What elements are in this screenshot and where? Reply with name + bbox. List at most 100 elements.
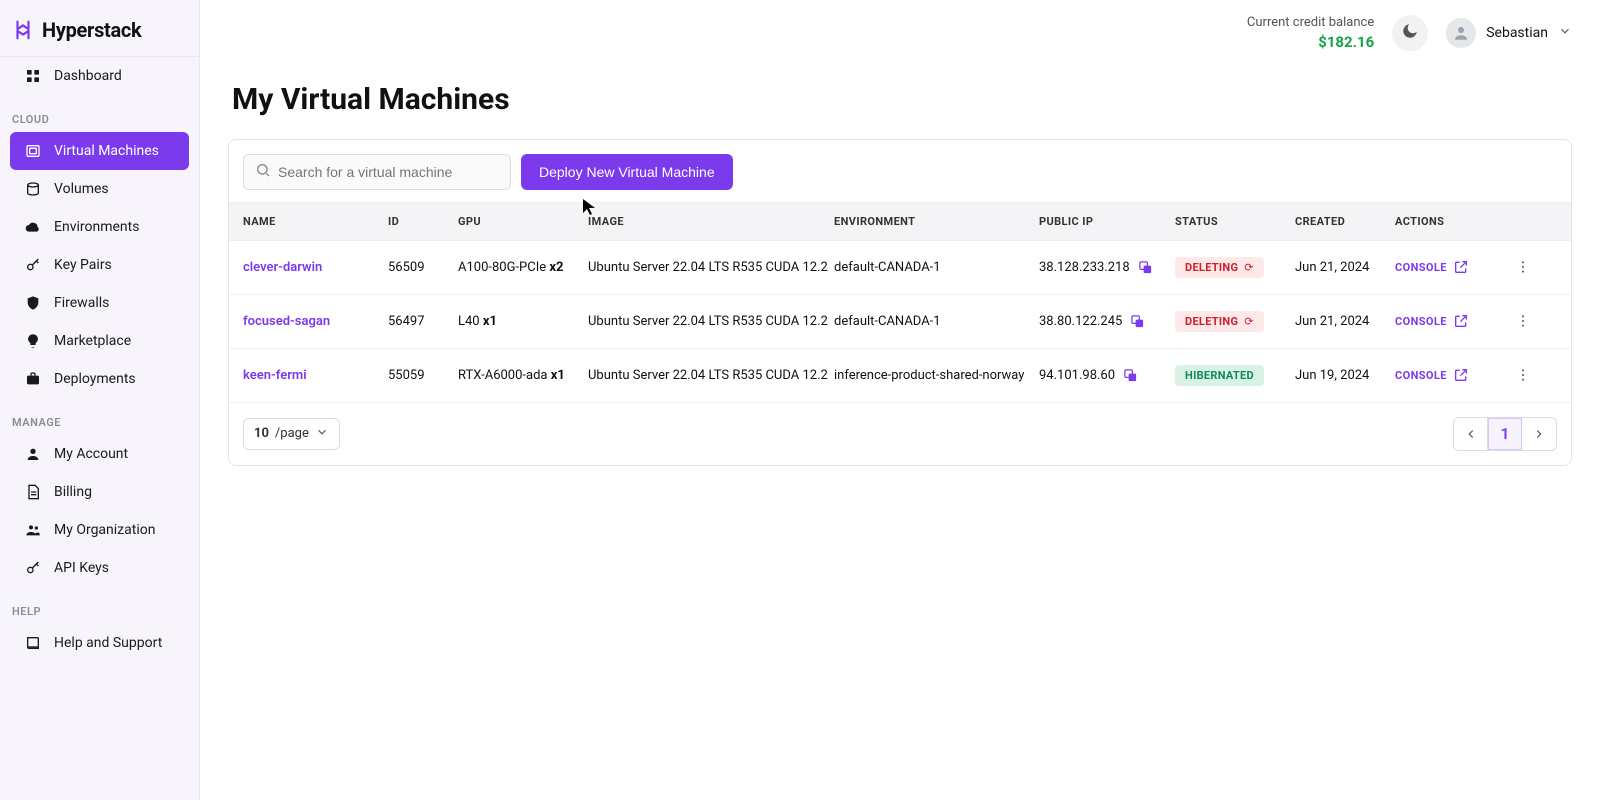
deploy-vm-button[interactable]: Deploy New Virtual Machine bbox=[521, 154, 733, 190]
sidebar-item-key-pairs[interactable]: Key Pairs bbox=[10, 246, 189, 284]
copy-icon[interactable] bbox=[1130, 314, 1145, 329]
vm-image: Ubuntu Server 22.04 LTS R535 CUDA 12.2 bbox=[588, 314, 834, 329]
status-badge: DELETING ⟳ bbox=[1175, 257, 1264, 278]
search-input[interactable] bbox=[243, 154, 511, 190]
briefcase-icon bbox=[24, 370, 42, 388]
copy-icon[interactable] bbox=[1123, 368, 1138, 383]
vm-name-link[interactable]: keen-fermi bbox=[243, 368, 388, 383]
user-icon bbox=[24, 445, 42, 463]
brand[interactable]: Hyperstack bbox=[0, 10, 199, 57]
sidebar-item-label: Dashboard bbox=[54, 68, 122, 84]
sidebar-item-label: Volumes bbox=[54, 181, 109, 197]
vm-image: Ubuntu Server 22.04 LTS R535 CUDA 12.2 bbox=[588, 260, 834, 275]
vm-public-ip: 38.128.233.218 bbox=[1039, 260, 1130, 275]
console-button[interactable]: CONSOLE bbox=[1395, 313, 1505, 329]
shield-icon bbox=[24, 294, 42, 312]
credit-balance: Current credit balance $182.16 bbox=[1247, 14, 1374, 52]
sidebar-item-label: Billing bbox=[54, 484, 92, 500]
file-text-icon bbox=[24, 483, 42, 501]
sidebar-item-label: My Account bbox=[54, 446, 128, 462]
sidebar-section-help: HELP bbox=[0, 587, 199, 624]
sidebar-item-api-keys[interactable]: API Keys bbox=[10, 549, 189, 587]
database-icon bbox=[24, 180, 42, 198]
sidebar-item-deployments[interactable]: Deployments bbox=[10, 360, 189, 398]
vm-public-ip: 38.80.122.245 bbox=[1039, 314, 1122, 329]
balance-value: $182.16 bbox=[1247, 32, 1374, 52]
page-size-select[interactable]: 10/page bbox=[243, 418, 340, 450]
vm-gpu: A100-80G-PCIe x2 bbox=[458, 260, 588, 275]
vm-gpu: L40 x1 bbox=[458, 314, 588, 329]
vm-list-card: Deploy New Virtual Machine NAME ID GPU I… bbox=[228, 139, 1572, 466]
spinner-icon: ⟳ bbox=[1244, 261, 1254, 274]
table-header: NAME ID GPU IMAGE ENVIRONMENT PUBLIC IP … bbox=[229, 202, 1571, 241]
table-footer: 10/page 1 bbox=[229, 403, 1571, 465]
vm-environment: inference-product-shared-norway bbox=[834, 368, 1039, 383]
vm-name-link[interactable]: focused-sagan bbox=[243, 314, 388, 329]
col-status: STATUS bbox=[1175, 215, 1295, 228]
console-button[interactable]: CONSOLE bbox=[1395, 259, 1505, 275]
col-name: NAME bbox=[243, 215, 388, 228]
copy-icon[interactable] bbox=[1138, 260, 1153, 275]
external-link-icon bbox=[1453, 367, 1469, 383]
sidebar-item-marketplace[interactable]: Marketplace bbox=[10, 322, 189, 360]
sidebar-section-cloud: CLOUD bbox=[0, 95, 199, 132]
page-size-value: 10 bbox=[254, 426, 269, 441]
vm-image: Ubuntu Server 22.04 LTS R535 CUDA 12.2 bbox=[588, 368, 834, 383]
vm-toolbar: Deploy New Virtual Machine bbox=[229, 140, 1571, 202]
vm-gpu: RTX-A6000-ada x1 bbox=[458, 368, 588, 383]
brand-logo-icon bbox=[12, 19, 34, 41]
avatar-icon bbox=[1446, 18, 1476, 48]
sidebar-item-label: My Organization bbox=[54, 522, 155, 538]
sidebar-item-label: Virtual Machines bbox=[54, 143, 159, 159]
col-public-ip: PUBLIC IP bbox=[1039, 215, 1175, 228]
status-badge: DELETING ⟳ bbox=[1175, 311, 1264, 332]
page-title: My Virtual Machines bbox=[232, 82, 1572, 117]
sidebar-item-environments[interactable]: Environments bbox=[10, 208, 189, 246]
sidebar-item-label: Firewalls bbox=[54, 295, 109, 311]
vm-environment: default-CANADA-1 bbox=[834, 314, 1039, 329]
sidebar-item-my-account[interactable]: My Account bbox=[10, 435, 189, 473]
cloud-icon bbox=[24, 218, 42, 236]
moon-icon bbox=[1401, 22, 1419, 44]
pager-next-button[interactable] bbox=[1522, 418, 1556, 450]
sidebar-item-billing[interactable]: Billing bbox=[10, 473, 189, 511]
pager: 1 bbox=[1453, 417, 1557, 451]
vm-created: Jun 21, 2024 bbox=[1295, 314, 1395, 329]
key-icon bbox=[24, 256, 42, 274]
theme-toggle-button[interactable] bbox=[1392, 15, 1428, 51]
vm-name-link[interactable]: clever-darwin bbox=[243, 260, 388, 275]
sidebar-item-label: Marketplace bbox=[54, 333, 131, 349]
topbar: Current credit balance $182.16 Sebastian bbox=[200, 0, 1600, 58]
chevron-down-icon bbox=[315, 425, 329, 443]
vm-created: Jun 19, 2024 bbox=[1295, 368, 1395, 383]
sidebar-item-dashboard[interactable]: Dashboard bbox=[10, 57, 189, 95]
col-created: CREATED bbox=[1295, 215, 1395, 228]
sidebar-item-help-support[interactable]: Help and Support bbox=[10, 624, 189, 662]
table-row: clever-darwin56509A100-80G-PCIe x2Ubuntu… bbox=[229, 241, 1571, 295]
sidebar-item-label: Key Pairs bbox=[54, 257, 112, 273]
console-button[interactable]: CONSOLE bbox=[1395, 367, 1505, 383]
external-link-icon bbox=[1453, 259, 1469, 275]
sidebar-item-virtual-machines[interactable]: Virtual Machines bbox=[10, 132, 189, 170]
pager-current-page[interactable]: 1 bbox=[1488, 418, 1522, 450]
col-image: IMAGE bbox=[588, 215, 834, 228]
vm-id: 56497 bbox=[388, 314, 458, 329]
sidebar-section-manage: MANAGE bbox=[0, 398, 199, 435]
row-menu-button[interactable] bbox=[1505, 313, 1541, 329]
chevron-down-icon bbox=[1558, 23, 1572, 42]
row-menu-button[interactable] bbox=[1505, 367, 1541, 383]
server-icon bbox=[24, 142, 42, 160]
row-menu-button[interactable] bbox=[1505, 259, 1541, 275]
sidebar-item-firewalls[interactable]: Firewalls bbox=[10, 284, 189, 322]
vm-id: 55059 bbox=[388, 368, 458, 383]
bulb-icon bbox=[24, 332, 42, 350]
pager-prev-button[interactable] bbox=[1454, 418, 1488, 450]
sidebar-item-volumes[interactable]: Volumes bbox=[10, 170, 189, 208]
sidebar-item-my-organization[interactable]: My Organization bbox=[10, 511, 189, 549]
main: Current credit balance $182.16 Sebastian… bbox=[200, 0, 1600, 800]
sidebar-item-label: Deployments bbox=[54, 371, 136, 387]
col-id: ID bbox=[388, 215, 458, 228]
vm-public-ip: 94.101.98.60 bbox=[1039, 368, 1115, 383]
users-icon bbox=[24, 521, 42, 539]
user-menu[interactable]: Sebastian bbox=[1446, 18, 1572, 48]
